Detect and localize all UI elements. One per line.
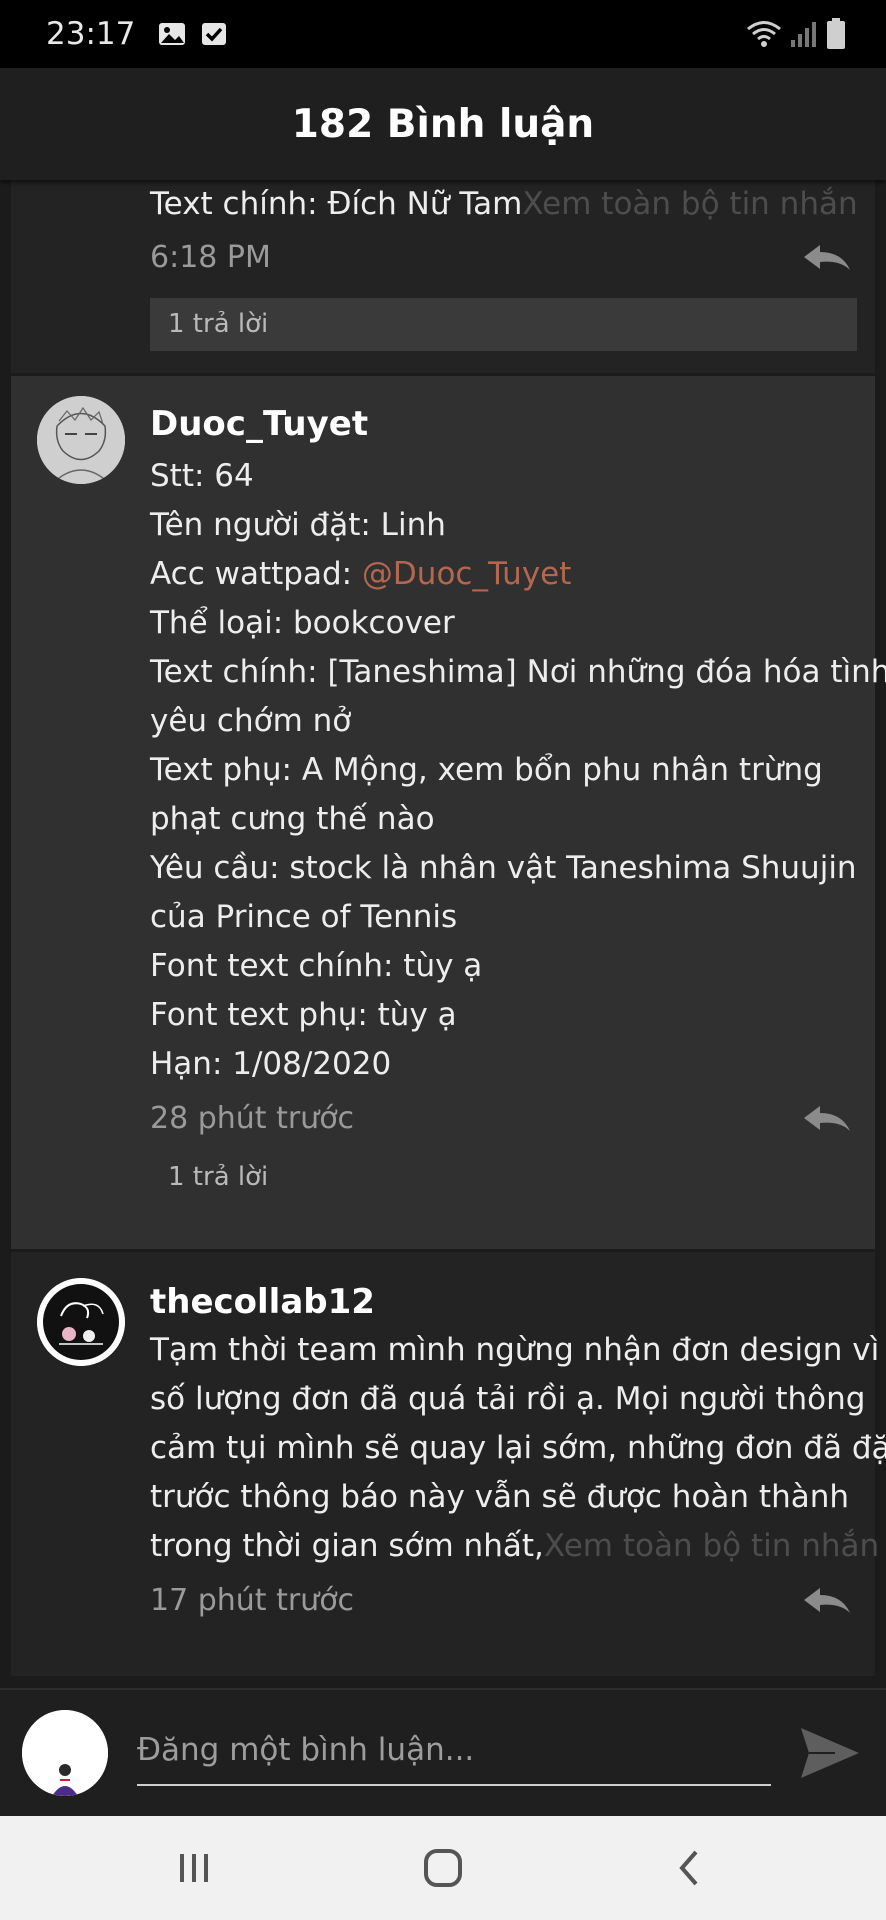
comment-line: Text chính: [Taneshima] Nơi những đóa hó… [150, 654, 886, 690]
replies-button[interactable]: 1 trả lời [150, 1151, 860, 1204]
comment-time: 28 phút trước [150, 1101, 355, 1136]
status-time: 23:17 [46, 16, 136, 52]
comment-line: Text phụ: A Mộng, xem bổn phu nhân trừng [150, 752, 823, 788]
comment-line: Tạm thời team mình ngừng nhận đơn design… [150, 1332, 880, 1368]
comment-meta: 6:18 PM [150, 228, 860, 288]
page-title: 182 Bình luận [291, 101, 595, 147]
comment-text-last-line: trong thời gian sớm nhất,Xem toàn bộ tin… [150, 1522, 879, 1571]
comment-meta: 28 phút trước [150, 1089, 860, 1149]
comment-line: Text chính: Đích Nữ Tam [150, 186, 523, 222]
comment-line: yêu chớm nở [150, 703, 352, 739]
user-avatar[interactable] [37, 396, 125, 484]
avatar-figure-icon [22, 1710, 108, 1796]
reply-icon[interactable] [802, 1103, 852, 1135]
signal-icon [791, 22, 816, 47]
comment-line: Stt: 64 [150, 458, 254, 494]
comment-line: Yêu cầu: stock là nhân vật Taneshima Shu… [150, 850, 857, 886]
comment-line: Thể loại: bookcover [150, 605, 455, 641]
user-avatar[interactable] [37, 1278, 125, 1366]
battery-icon [827, 18, 845, 49]
recent-apps-icon[interactable] [172, 1846, 216, 1890]
system-navigation-bar [0, 1816, 886, 1920]
home-icon[interactable] [421, 1846, 465, 1890]
comment-text: Text chính: Đích Nữ TamXem toàn bộ tin n… [150, 180, 860, 228]
checkbox-icon [202, 23, 227, 45]
comment-list[interactable]: Text chính: Đích Nữ TamXem toàn bộ tin n… [0, 180, 886, 1688]
app-header: 182 Bình luận [0, 68, 886, 180]
comment-time: 17 phút trước [150, 1583, 355, 1618]
comment-line: Acc wattpad: [150, 556, 362, 592]
comment-meta: 17 phút trước [150, 1571, 860, 1631]
image-icon [159, 23, 186, 45]
status-indicators [746, 18, 846, 50]
comment-line: trước thông báo này vẫn sẽ được hoàn thà… [150, 1479, 850, 1515]
comment-line-with-mention: Acc wattpad: @Duoc_Tuyet [150, 550, 860, 599]
reply-icon[interactable] [802, 242, 852, 274]
view-full-message-link[interactable]: Xem toàn bộ tin nhắn [544, 1528, 879, 1564]
comment-item[interactable]: Duoc_Tuyet Stt: 64 Tên người đặt: Linh A… [11, 376, 886, 1249]
comment-line: của Prince of Tennis [150, 899, 458, 935]
user-mention-link[interactable]: @Duoc_Tuyet [362, 556, 571, 592]
comment-composer [0, 1688, 886, 1816]
back-icon[interactable] [668, 1846, 712, 1890]
comment-line: Tên người đặt: Linh [150, 507, 446, 543]
send-icon[interactable] [799, 1722, 861, 1784]
comment-author[interactable]: Duoc_Tuyet [150, 396, 860, 452]
comment-line: phạt cưng thế nào [150, 801, 435, 837]
comment-line: cảm tụi mình sẽ quay lại sớm, những đơn … [150, 1430, 886, 1466]
replies-button[interactable]: 1 trả lời [150, 298, 857, 351]
current-user-avatar[interactable] [22, 1710, 108, 1796]
comment-line: Font text chính: tùy ạ [150, 948, 483, 984]
comment-author[interactable]: thecollab12 [150, 1278, 860, 1326]
view-full-message-link[interactable]: Xem toàn bộ tin nhắn [522, 186, 857, 222]
avatar-sketch-icon [37, 396, 125, 484]
wifi-icon [747, 21, 781, 47]
comment-line: số lượng đơn đã quá tải rồi ạ. Mọi người… [150, 1381, 866, 1417]
comment-item[interactable]: Text chính: Đích Nữ TamXem toàn bộ tin n… [11, 180, 875, 373]
status-bar: 23:17 [0, 0, 886, 68]
comment-input[interactable] [137, 1716, 771, 1786]
comment-time: 6:18 PM [150, 240, 271, 275]
comment-line: trong thời gian sớm nhất, [150, 1528, 544, 1564]
comment-line: Hạn: 1/08/2020 [150, 1046, 392, 1082]
comment-item[interactable]: thecollab12 Tạm thời team mình ngừng nhậ… [11, 1252, 886, 1676]
comment-line: Font text phụ: tùy ạ [150, 997, 457, 1033]
reply-icon[interactable] [802, 1585, 852, 1617]
collab-logo-icon [37, 1278, 125, 1366]
